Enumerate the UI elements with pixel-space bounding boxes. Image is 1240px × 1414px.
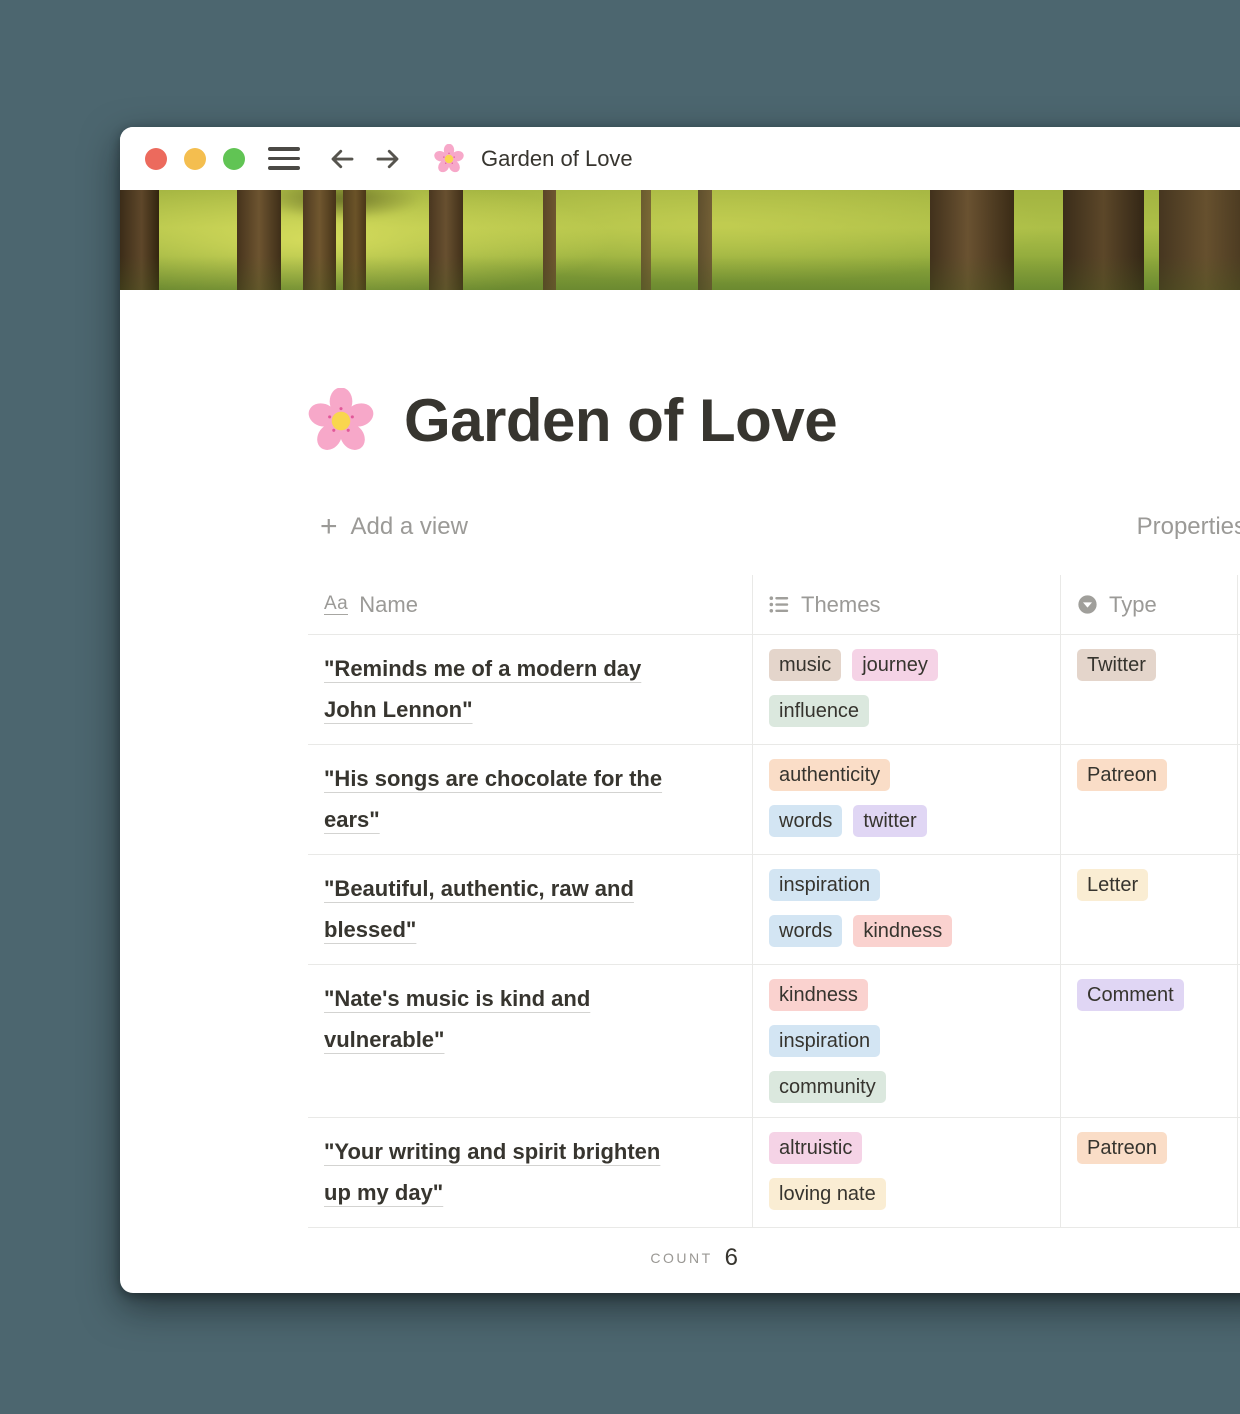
- theme-tag: altruistic: [769, 1132, 862, 1164]
- theme-tag: influence: [769, 695, 869, 727]
- themes-cell[interactable]: music journey influence: [752, 635, 1060, 744]
- row-title-link[interactable]: "Beautiful, authentic, raw and blessed": [324, 868, 690, 950]
- cherry-blossom-icon[interactable]: [308, 388, 374, 454]
- forward-button[interactable]: [372, 143, 403, 174]
- tag-line: influence: [769, 695, 1044, 727]
- theme-tag: words: [769, 805, 842, 837]
- type-tag: Comment: [1077, 979, 1184, 1011]
- table-footer: COUNT 6: [308, 1228, 1240, 1288]
- theme-tag: authenticity: [769, 759, 890, 791]
- theme-tag: community: [769, 1071, 886, 1103]
- name-cell: "Beautiful, authentic, raw and blessed": [308, 855, 752, 964]
- notion-window: Garden of Love Garden of Love + Add a: [120, 127, 1240, 1293]
- tag-line: loving nate: [769, 1178, 1044, 1210]
- type-tag: Twitter: [1077, 649, 1156, 681]
- properties-button[interactable]: Properties: [1137, 513, 1240, 541]
- column-label: Type: [1109, 592, 1157, 618]
- tag-line: words kindness: [769, 915, 1044, 947]
- add-view-button[interactable]: + Add a view: [320, 513, 468, 541]
- type-tag: Letter: [1077, 869, 1148, 901]
- theme-tag: words: [769, 915, 842, 947]
- page-content: Garden of Love + Add a view Properties A…: [120, 386, 1240, 1288]
- column-header-name[interactable]: Aa Name: [308, 575, 752, 634]
- theme-tag: inspiration: [769, 1025, 880, 1057]
- table-header-row: Aa Name Themes Type: [308, 575, 1240, 635]
- add-view-label: Add a view: [351, 513, 468, 541]
- table-row: "Your writing and spirit brighten up my …: [308, 1118, 1240, 1228]
- type-cell[interactable]: Twitter: [1060, 635, 1237, 744]
- sidebar-toggle-button[interactable]: [268, 147, 300, 169]
- row-title-link[interactable]: "Your writing and spirit brighten up my …: [324, 1131, 690, 1213]
- view-toolbar: + Add a view Properties: [308, 509, 1240, 545]
- cover-shading: [120, 256, 1240, 290]
- table-body: "Reminds me of a modern day John Lennon"…: [308, 635, 1240, 1228]
- column-header-themes[interactable]: Themes: [752, 575, 1060, 634]
- row-title-link[interactable]: "Reminds me of a modern day John Lennon": [324, 648, 690, 730]
- table-row: "Reminds me of a modern day John Lennon"…: [308, 635, 1240, 745]
- zoom-button[interactable]: [223, 148, 245, 170]
- tag-line: inspiration: [769, 1025, 1044, 1057]
- type-cell[interactable]: Patreon: [1060, 745, 1237, 854]
- close-button[interactable]: [145, 148, 167, 170]
- themes-cell[interactable]: altruistic loving nate: [752, 1118, 1060, 1227]
- tag-line: kindness: [769, 979, 1044, 1011]
- select-icon: [1077, 594, 1098, 615]
- themes-cell[interactable]: kindness inspiration community: [752, 965, 1060, 1117]
- row-title-link[interactable]: "His songs are chocolate for the ears": [324, 758, 690, 840]
- multiselect-icon: [769, 594, 790, 615]
- type-cell[interactable]: Patreon: [1060, 1118, 1237, 1227]
- column-label: Name: [359, 592, 418, 618]
- cover-image[interactable]: [120, 190, 1240, 290]
- minimize-button[interactable]: [184, 148, 206, 170]
- count-label: COUNT: [650, 1250, 712, 1266]
- count-aggregate[interactable]: COUNT 6: [308, 1228, 752, 1288]
- tag-line: inspiration: [769, 869, 1044, 901]
- arrow-right-icon: [373, 144, 403, 174]
- count-value: 6: [725, 1244, 738, 1272]
- tag-line: community: [769, 1071, 1044, 1103]
- tag-line: altruistic: [769, 1132, 1044, 1164]
- column-header-type[interactable]: Type: [1060, 575, 1237, 634]
- window-titlebar: Garden of Love: [120, 127, 1240, 190]
- table-row: "Beautiful, authentic, raw and blessed" i…: [308, 855, 1240, 965]
- row-title-link[interactable]: "Nate's music is kind and vulnerable": [324, 978, 690, 1060]
- cover-foliage: [259, 190, 421, 220]
- type-cell[interactable]: Letter: [1060, 855, 1237, 964]
- cherry-blossom-icon: [434, 144, 464, 174]
- name-cell: "His songs are chocolate for the ears": [308, 745, 752, 854]
- theme-tag: kindness: [769, 979, 868, 1011]
- table-row: "His songs are chocolate for the ears" au…: [308, 745, 1240, 855]
- theme-tag: kindness: [853, 915, 952, 947]
- themes-cell[interactable]: inspiration words kindness: [752, 855, 1060, 964]
- theme-tag: twitter: [853, 805, 926, 837]
- tag-line: authenticity: [769, 759, 1044, 791]
- theme-tag: loving nate: [769, 1178, 886, 1210]
- theme-tag: journey: [852, 649, 938, 681]
- window-title: Garden of Love: [481, 146, 633, 172]
- name-cell: "Nate's music is kind and vulnerable": [308, 965, 752, 1117]
- arrow-left-icon: [327, 144, 357, 174]
- theme-tag: inspiration: [769, 869, 880, 901]
- type-cell[interactable]: Comment: [1060, 965, 1237, 1117]
- tag-line: music journey: [769, 649, 1044, 681]
- themes-cell[interactable]: authenticity words twitter: [752, 745, 1060, 854]
- name-cell: "Reminds me of a modern day John Lennon": [308, 635, 752, 744]
- column-label: Themes: [801, 592, 880, 618]
- tag-line: words twitter: [769, 805, 1044, 837]
- type-tag: Patreon: [1077, 759, 1167, 791]
- name-cell: "Your writing and spirit brighten up my …: [308, 1118, 752, 1227]
- back-button[interactable]: [326, 143, 357, 174]
- table-row: "Nate's music is kind and vulnerable" kin…: [308, 965, 1240, 1118]
- type-tag: Patreon: [1077, 1132, 1167, 1164]
- theme-tag: music: [769, 649, 841, 681]
- title-icon: Aa: [324, 594, 348, 616]
- page-title: Garden of Love: [404, 386, 837, 455]
- page-title-row: Garden of Love: [308, 386, 1240, 455]
- plus-icon: +: [320, 515, 338, 539]
- database-table: Aa Name Themes Type "Reminds me of a modern…: [308, 575, 1240, 1288]
